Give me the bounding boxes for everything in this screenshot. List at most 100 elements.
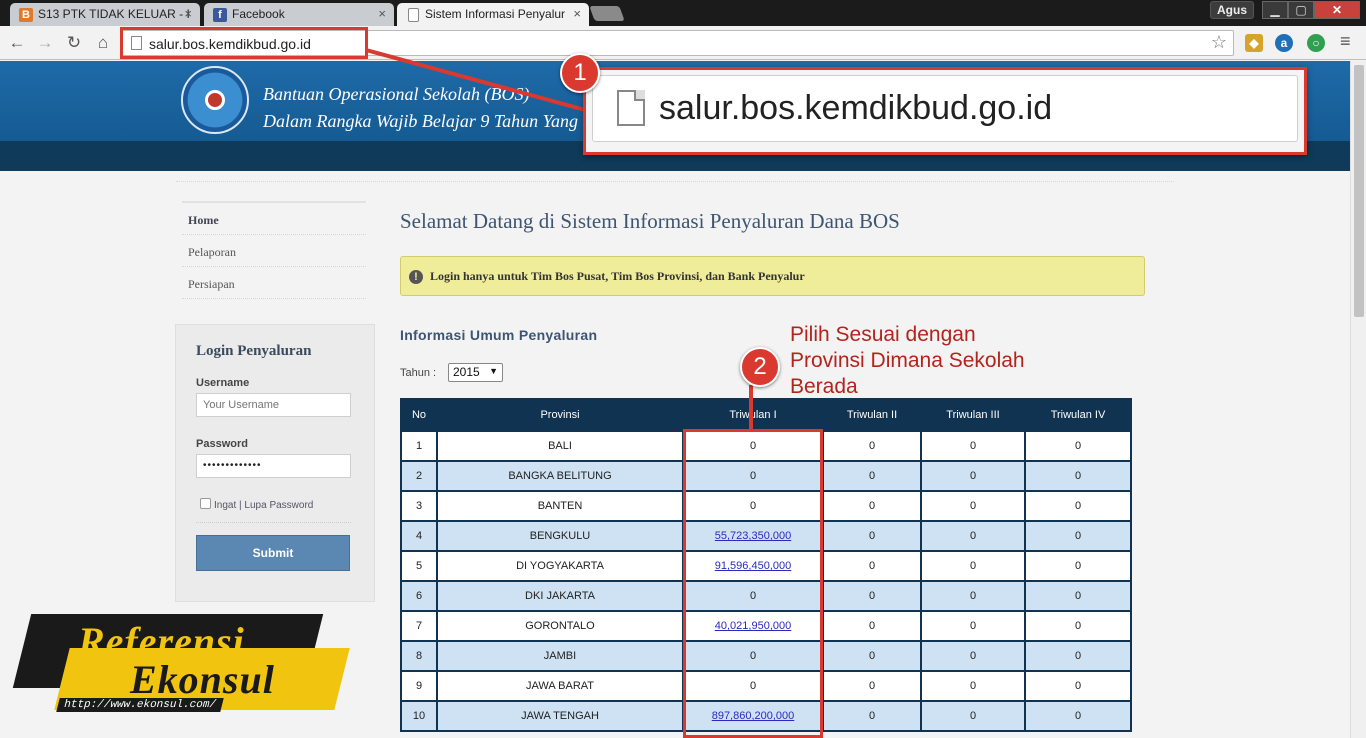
cell-triwulan-4: 0 [1024,670,1132,702]
cell-triwulan-4: 0 [1024,460,1132,492]
cell-triwulan-2: 0 [822,550,922,582]
year-label: Tahun : [400,367,437,379]
dropdown-arrow-icon: ▼ [489,366,498,376]
cell-triwulan-4: 0 [1024,580,1132,612]
ekonsul-watermark: Referensi Ekonsul http://www.ekonsul.com… [12,612,350,720]
reload-icon[interactable]: ↻ [63,32,85,54]
browser-titlebar: B S13 PTK TIDAK KELUAR - I × f Facebook … [0,0,1366,26]
section-title: Informasi Umum Penyaluran [400,327,598,343]
watermark-line2: Ekonsul [130,657,275,702]
tab-blogger[interactable]: B S13 PTK TIDAK KELUAR - I × [10,3,200,26]
close-icon[interactable]: × [184,6,192,21]
facebook-icon: f [213,8,227,22]
step-1-badge: 1 [560,53,600,93]
cell-triwulan-4: 0 [1024,520,1132,552]
site-title: Bantuan Operasional Sekolah (BOS) Dalam … [263,81,578,135]
side-navigation: Home Pelaporan Persiapan [182,201,366,299]
col-no: No [400,398,438,432]
cell-provinsi: BANTEN [436,490,684,522]
instruction-line3: Berada [790,375,858,398]
close-window-button[interactable]: ✕ [1314,1,1360,19]
cell-no: 6 [400,580,438,612]
tut-wuri-handayani-logo [181,66,249,134]
blogger-icon: B [19,8,33,22]
cell-triwulan-2: 0 [822,430,922,462]
back-icon[interactable]: ← [6,32,28,54]
page-scrollbar[interactable] [1350,61,1366,738]
col-triwulan-4: Triwulan IV [1024,398,1132,432]
extension-green-icon[interactable]: ○ [1307,34,1325,52]
maximize-button[interactable]: ▢ [1288,1,1314,19]
cell-no: 7 [400,610,438,642]
cell-no: 2 [400,460,438,492]
scroll-thumb[interactable] [1354,65,1364,317]
tab-facebook[interactable]: f Facebook × [204,3,394,26]
submit-button[interactable]: Submit [196,535,350,571]
instruction-note: Pilih Sesuai dengan Provinsi Dimana Seko… [790,322,1025,400]
zoomed-url: salur.bos.kemdikbud.go.id [659,89,1053,127]
username-input[interactable] [196,393,351,417]
callout-stem [749,385,753,429]
cell-triwulan-4: 0 [1024,610,1132,642]
forgot-password-link[interactable]: Lupa Password [244,500,313,511]
menu-icon[interactable]: ≡ [1340,31,1351,52]
nav-item-home[interactable]: Home [182,203,366,235]
bookmark-star-icon[interactable]: ☆ [1211,32,1227,53]
password-label: Password [196,438,248,450]
cell-triwulan-4: 0 [1024,430,1132,462]
cell-triwulan-2: 0 [822,580,922,612]
cell-triwulan-3: 0 [920,670,1026,702]
cell-triwulan-4: 0 [1024,550,1132,582]
page-icon [408,8,419,22]
extension-a-icon[interactable]: a [1275,34,1293,52]
cell-no: 1 [400,430,438,462]
cell-triwulan-3: 0 [920,490,1026,522]
forward-icon[interactable]: → [34,32,56,54]
col-triwulan-3: Triwulan III [920,398,1026,432]
cell-provinsi: JAWA TENGAH [436,700,684,732]
cell-triwulan-3: 0 [920,700,1026,732]
triwulan-highlight-box [683,429,823,738]
profile-badge[interactable]: Agus [1210,1,1254,19]
cell-triwulan-2: 0 [822,490,922,522]
tab-title: S13 PTK TIDAK KELUAR - I [38,7,190,21]
cell-no: 3 [400,490,438,522]
cell-triwulan-4: 0 [1024,490,1132,522]
cell-provinsi: JAWA BARAT [436,670,684,702]
cell-triwulan-2: 0 [822,640,922,672]
remember-label[interactable]: Ingat [214,500,236,511]
remember-checkbox[interactable] [200,498,211,509]
col-triwulan-2: Triwulan II [822,398,922,432]
cell-triwulan-2: 0 [822,610,922,642]
close-icon[interactable]: × [573,6,581,21]
warning-icon: ! [409,270,423,284]
tab-title: Sistem Informasi Penyalur [425,7,566,21]
extension-puzzle-icon[interactable]: ◆ [1245,34,1263,52]
remember-row: Ingat | Lupa Password [200,498,313,511]
nav-item-persiapan[interactable]: Persiapan [182,267,366,299]
cell-triwulan-3: 0 [920,460,1026,492]
home-icon[interactable]: ⌂ [92,32,114,54]
new-tab-button[interactable] [589,6,625,21]
cell-triwulan-4: 0 [1024,700,1132,732]
minimize-button[interactable]: ▁ [1262,1,1288,19]
page-title: Selamat Datang di Sistem Informasi Penya… [400,209,900,233]
cell-triwulan-3: 0 [920,610,1026,642]
cell-no: 8 [400,640,438,672]
cell-no: 4 [400,520,438,552]
col-provinsi: Provinsi [436,398,684,432]
instruction-line1: Pilih Sesuai dengan [790,323,976,346]
instruction-line2: Provinsi Dimana Sekolah [790,349,1025,372]
login-notice-text: Login hanya untuk Tim Bos Pusat, Tim Bos… [430,269,805,283]
login-divider [196,522,351,523]
tab-sistem-informasi[interactable]: Sistem Informasi Penyalur × [397,3,589,26]
login-panel: Login Penyaluran Username Password •••••… [175,324,375,602]
password-input[interactable]: ••••••••••••• [196,454,351,478]
year-select[interactable]: 2015 ▼ [448,363,503,382]
watermark-url: http://www.ekonsul.com/ [56,698,224,712]
cell-provinsi: BENGKULU [436,520,684,552]
nav-item-pelaporan[interactable]: Pelaporan [182,235,366,267]
login-notice: ! Login hanya untuk Tim Bos Pusat, Tim B… [400,256,1145,296]
close-icon[interactable]: × [378,6,386,21]
cell-no: 10 [400,700,438,732]
